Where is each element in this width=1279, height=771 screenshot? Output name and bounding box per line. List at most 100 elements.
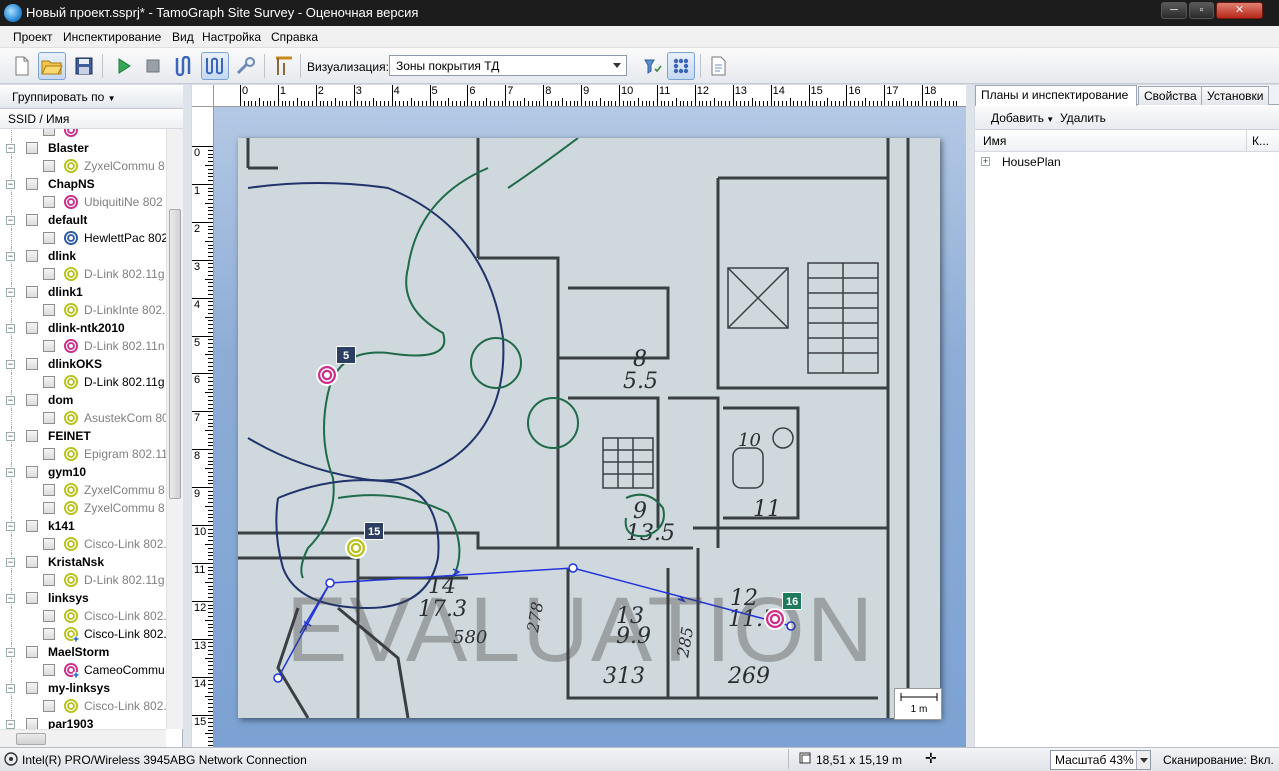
- filter-icon[interactable]: [638, 52, 666, 80]
- collapse-icon[interactable]: −: [6, 720, 15, 729]
- play-icon[interactable]: [110, 52, 138, 80]
- row-checkbox[interactable]: [43, 129, 55, 136]
- row-checkbox[interactable]: [26, 718, 38, 729]
- access-point-icon[interactable]: [316, 364, 338, 386]
- access-point-row[interactable]: D-Link 802.11g: [0, 571, 166, 589]
- survey-mode-icon[interactable]: [170, 52, 198, 80]
- collapse-icon[interactable]: −: [6, 216, 15, 225]
- network-group-row[interactable]: − linksys: [0, 589, 166, 607]
- scroll-thumb[interactable]: [16, 733, 46, 745]
- right-splitter[interactable]: [966, 85, 974, 747]
- row-checkbox[interactable]: [26, 250, 38, 262]
- row-checkbox[interactable]: [26, 646, 38, 658]
- ssid-column-header[interactable]: SSID / Имя: [0, 109, 183, 129]
- access-point-row[interactable]: Epigram 802.11: [0, 445, 166, 463]
- network-group-row[interactable]: − MaelStorm: [0, 643, 166, 661]
- collapse-icon[interactable]: −: [6, 396, 15, 405]
- row-checkbox[interactable]: [26, 178, 38, 190]
- row-checkbox[interactable]: [43, 340, 55, 352]
- network-group-row[interactable]: − dlinkOKS: [0, 355, 166, 373]
- zoom-select[interactable]: Масштаб 43%: [1050, 750, 1151, 770]
- network-group-row[interactable]: − dom: [0, 391, 166, 409]
- collapse-icon[interactable]: −: [6, 558, 15, 567]
- access-point-row[interactable]: ZyxelCommu 8: [0, 157, 166, 175]
- network-group-row[interactable]: − default: [0, 211, 166, 229]
- collapse-icon[interactable]: −: [6, 180, 15, 189]
- tree-vertical-scrollbar[interactable]: [166, 129, 183, 729]
- access-point-icon[interactable]: [345, 537, 367, 559]
- access-point-row[interactable]: D-Link 802.11n: [0, 337, 166, 355]
- row-checkbox[interactable]: [43, 574, 55, 586]
- delete-button[interactable]: Удалить: [1060, 111, 1106, 125]
- network-group-row[interactable]: − k141: [0, 517, 166, 535]
- left-splitter[interactable]: [183, 85, 191, 747]
- access-point-row[interactable]: ZyxelCommu 8: [0, 499, 166, 517]
- access-point-icon[interactable]: [764, 608, 786, 630]
- floor-plan[interactable]: 8 5.5 10 11 9 13.5 12 11.7 14 17.3 13 9.…: [238, 138, 942, 720]
- menu-survey[interactable]: Инспектирование: [63, 30, 161, 44]
- row-checkbox[interactable]: [43, 304, 55, 316]
- add-button[interactable]: Добавить ▼: [991, 111, 1054, 125]
- row-checkbox[interactable]: [43, 268, 55, 280]
- network-group-row[interactable]: − my-linksys: [0, 679, 166, 697]
- collapse-icon[interactable]: −: [6, 360, 15, 369]
- row-checkbox[interactable]: [26, 556, 38, 568]
- row-checkbox[interactable]: [43, 448, 55, 460]
- network-group-row[interactable]: − dlink: [0, 247, 166, 265]
- settings-icon[interactable]: [232, 52, 260, 80]
- network-group-row[interactable]: − dlink1: [0, 283, 166, 301]
- network-group-row[interactable]: − ChapNS: [0, 175, 166, 193]
- collapse-icon[interactable]: −: [6, 648, 15, 657]
- access-point-row[interactable]: Cisco-Link 802.: [0, 607, 166, 625]
- network-group-row[interactable]: − dlink-ntk2010: [0, 319, 166, 337]
- row-checkbox[interactable]: [43, 232, 55, 244]
- collapse-icon[interactable]: −: [6, 252, 15, 261]
- row-checkbox[interactable]: [43, 160, 55, 172]
- row-checkbox[interactable]: [43, 484, 55, 496]
- row-checkbox[interactable]: [26, 430, 38, 442]
- maximize-button[interactable]: ▫: [1189, 2, 1214, 19]
- name-column-header[interactable]: Имя: [983, 134, 1006, 148]
- network-group-row[interactable]: − gym10: [0, 463, 166, 481]
- report-icon[interactable]: [704, 52, 732, 80]
- visualization-select[interactable]: Зоны покрытия ТД: [389, 55, 627, 76]
- network-group-row[interactable]: − KristaNsk: [0, 553, 166, 571]
- scroll-thumb[interactable]: [169, 209, 181, 499]
- row-checkbox[interactable]: [26, 592, 38, 604]
- row-checkbox[interactable]: [26, 520, 38, 532]
- network-group-row[interactable]: − par1903: [0, 715, 166, 729]
- collapse-icon[interactable]: −: [6, 468, 15, 477]
- access-point-row[interactable]: AsustekCom 80: [0, 409, 166, 427]
- collapse-icon[interactable]: −: [6, 594, 15, 603]
- group-by-button[interactable]: Группировать по ▼: [0, 85, 183, 109]
- collapse-icon[interactable]: −: [6, 144, 15, 153]
- collapse-icon[interactable]: −: [6, 288, 15, 297]
- collapse-icon[interactable]: −: [6, 522, 15, 531]
- collapse-icon[interactable]: −: [6, 432, 15, 441]
- access-point-row[interactable]: HewlettPac 802: [0, 229, 166, 247]
- access-point-row[interactable]: Cisco-Link 802.: [0, 697, 166, 715]
- new-icon[interactable]: [8, 52, 36, 80]
- row-checkbox[interactable]: [26, 286, 38, 298]
- map-canvas[interactable]: 0 1 2 3 4 5 6 7 8 9 10 11 12 13 14 15 16 17 18 01234567891…: [192, 85, 966, 747]
- network-group-row[interactable]: − Blaster: [0, 139, 166, 157]
- route-icon[interactable]: [270, 52, 298, 80]
- row-checkbox[interactable]: [26, 466, 38, 478]
- grid-icon[interactable]: [667, 52, 695, 80]
- open-icon[interactable]: [38, 52, 66, 80]
- menu-project[interactable]: Проект: [13, 30, 53, 44]
- access-point-row[interactable]: Cisco-Link 802.: [0, 535, 166, 553]
- row-checkbox[interactable]: [43, 700, 55, 712]
- access-point-row[interactable]: D-LinkInte 802.: [0, 301, 166, 319]
- minimize-button[interactable]: ─: [1161, 2, 1187, 19]
- row-checkbox[interactable]: [43, 502, 55, 514]
- row-checkbox[interactable]: [26, 358, 38, 370]
- tab-settings[interactable]: Установки: [1201, 86, 1269, 105]
- access-point-row[interactable]: [0, 129, 166, 139]
- row-checkbox[interactable]: [43, 628, 55, 640]
- row-checkbox[interactable]: [26, 394, 38, 406]
- access-point-row[interactable]: D-Link 802.11g: [0, 265, 166, 283]
- row-checkbox[interactable]: [26, 142, 38, 154]
- menu-view[interactable]: Вид: [172, 30, 194, 44]
- access-point-row[interactable]: ZyxelCommu 8: [0, 481, 166, 499]
